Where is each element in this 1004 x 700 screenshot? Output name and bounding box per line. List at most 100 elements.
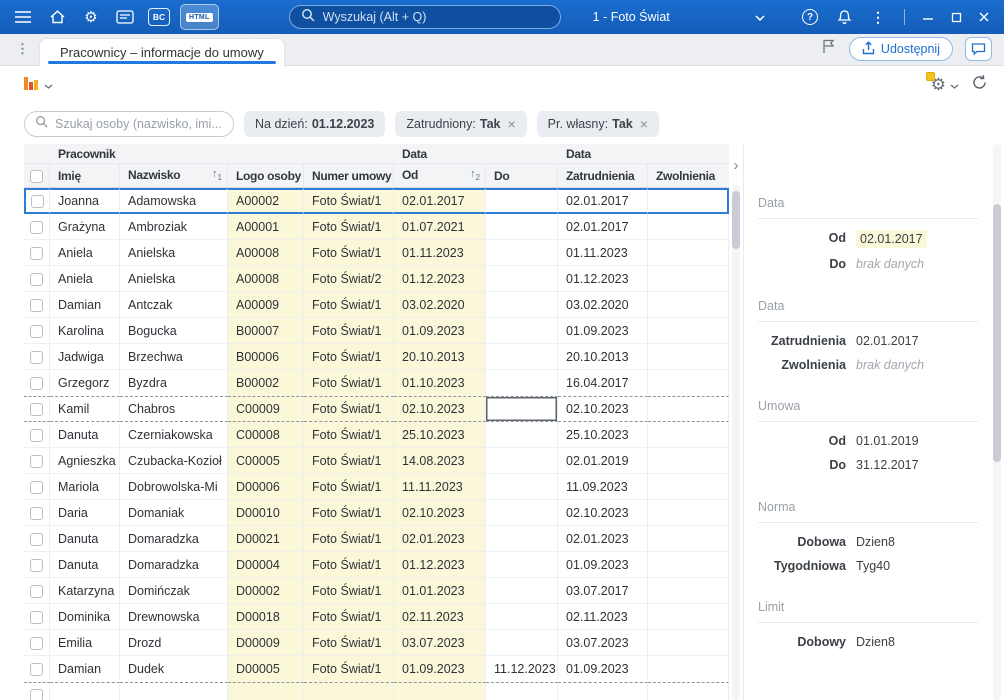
- row-checkbox[interactable]: [30, 689, 43, 700]
- col-header-numer-umowy[interactable]: Numer umowy: [304, 164, 395, 188]
- tab-pracownicy[interactable]: Pracownicy – informacje do umowy: [39, 38, 285, 66]
- table-vertical-scrollbar[interactable]: [732, 185, 740, 700]
- cell-numer[interactable]: Foto Świat/1: [304, 448, 395, 474]
- cell-od[interactable]: 01.10.2023: [394, 370, 487, 396]
- cell-numer[interactable]: Foto Świat/1: [304, 214, 395, 240]
- cell-nazwisko[interactable]: Ambroziak: [120, 214, 228, 240]
- cell-zatrudnienia[interactable]: [558, 682, 649, 700]
- cell-zatrudnienia[interactable]: 02.11.2023: [558, 604, 649, 630]
- row-checkbox[interactable]: [30, 532, 43, 546]
- cell-imie[interactable]: Kamil: [50, 396, 120, 422]
- more-options-icon[interactable]: ⋮: [865, 4, 891, 30]
- cell-numer[interactable]: Foto Świat/1: [304, 630, 395, 656]
- cell-zatrudnienia[interactable]: 03.07.2017: [558, 578, 649, 604]
- cell-logo[interactable]: B00007: [228, 318, 304, 344]
- cell-zatrudnienia[interactable]: 03.02.2020: [558, 292, 649, 318]
- cell-logo[interactable]: D00021: [228, 526, 304, 552]
- cell-logo[interactable]: D00002: [228, 578, 304, 604]
- cell-zwolnienia[interactable]: [648, 370, 729, 396]
- help-icon[interactable]: ?: [797, 4, 823, 30]
- cell-numer[interactable]: Foto Świat/1: [304, 552, 395, 578]
- table-row[interactable]: Kamil Chabros C00009 Foto Świat/1 02.10.2023…: [24, 396, 729, 422]
- flag-icon[interactable]: [820, 38, 837, 60]
- cell-zwolnienia[interactable]: [648, 422, 729, 448]
- html-view-icon[interactable]: HTML: [180, 4, 219, 30]
- cell-zatrudnienia[interactable]: 11.09.2023: [558, 474, 649, 500]
- date-filter-chip[interactable]: Na dzień: 01.12.2023: [244, 111, 386, 137]
- cell-zatrudnienia[interactable]: 02.10.2023: [558, 500, 649, 526]
- cell-logo[interactable]: D00009: [228, 630, 304, 656]
- panel-vertical-scrollbar[interactable]: [993, 144, 1001, 700]
- cell-zwolnienia[interactable]: [648, 318, 729, 344]
- cell-logo[interactable]: A00001: [228, 214, 304, 240]
- row-checkbox[interactable]: [30, 454, 43, 468]
- cell-od[interactable]: [394, 682, 487, 700]
- cell-od[interactable]: 14.08.2023: [394, 448, 487, 474]
- table-row[interactable]: Daria Domaniak D00010 Foto Świat/1 02.10.202…: [24, 500, 729, 526]
- cell-od[interactable]: 01.09.2023: [394, 656, 487, 682]
- cell-zatrudnienia[interactable]: 02.10.2023: [558, 396, 649, 422]
- cell-zwolnienia[interactable]: [648, 344, 729, 370]
- maximize-button[interactable]: [942, 4, 970, 30]
- cell-imie[interactable]: Grażyna: [50, 214, 120, 240]
- scrollbar-thumb[interactable]: [732, 191, 740, 249]
- table-row[interactable]: Danuta Domaradzka D00021 Foto Świat/1 02.01.…: [24, 526, 729, 552]
- cell-zwolnienia[interactable]: [648, 240, 729, 266]
- cell-nazwisko[interactable]: [120, 682, 228, 700]
- cell-zatrudnienia[interactable]: 02.01.2017: [558, 214, 649, 240]
- cell-do[interactable]: [486, 240, 559, 266]
- cell-do[interactable]: [486, 682, 559, 700]
- cell-logo[interactable]: [228, 682, 304, 700]
- table-row[interactable]: [24, 682, 729, 700]
- col-header-imie[interactable]: Imię: [50, 164, 120, 188]
- cell-imie[interactable]: Agnieszka: [50, 448, 120, 474]
- cell-do[interactable]: [486, 266, 559, 292]
- cell-zatrudnienia[interactable]: 16.04.2017: [558, 370, 649, 396]
- cell-imie[interactable]: Jadwiga: [50, 344, 120, 370]
- cell-imie[interactable]: Damian: [50, 292, 120, 318]
- cell-zwolnienia[interactable]: [648, 682, 729, 700]
- cell-zwolnienia[interactable]: [648, 552, 729, 578]
- cell-numer[interactable]: Foto Świat/1: [304, 604, 395, 630]
- cell-nazwisko[interactable]: Domaradzka: [120, 552, 228, 578]
- cell-do[interactable]: [486, 396, 559, 422]
- cell-imie[interactable]: Grzegorz: [50, 370, 120, 396]
- cell-zatrudnienia[interactable]: 01.09.2023: [558, 552, 649, 578]
- cell-numer[interactable]: Foto Świat/1: [304, 474, 395, 500]
- cell-zatrudnienia[interactable]: 01.09.2023: [558, 656, 649, 682]
- cell-numer[interactable]: Foto Świat/1: [304, 292, 395, 318]
- cell-numer[interactable]: Foto Świat/1: [304, 500, 395, 526]
- cell-zwolnienia[interactable]: [648, 656, 729, 682]
- cell-od[interactable]: 01.07.2021: [394, 214, 487, 240]
- cell-do[interactable]: [486, 370, 559, 396]
- cell-logo[interactable]: D00005: [228, 656, 304, 682]
- table-row[interactable]: Grzegorz Byzdra B00002 Foto Świat/1 01.10.20…: [24, 370, 729, 396]
- table-row[interactable]: Danuta Domaradzka D00004 Foto Świat/1 01.12.…: [24, 552, 729, 578]
- col-header-zatrudnienia[interactable]: Zatrudnienia: [558, 164, 649, 188]
- scrollbar-thumb[interactable]: [993, 204, 1001, 462]
- chip-close-icon[interactable]: ×: [507, 117, 515, 131]
- row-checkbox[interactable]: [30, 636, 43, 650]
- row-checkbox[interactable]: [30, 220, 43, 234]
- cell-nazwisko[interactable]: Czerniakowska: [120, 422, 228, 448]
- row-checkbox[interactable]: [30, 298, 43, 312]
- cell-numer[interactable]: Foto Świat/1: [304, 396, 395, 422]
- settings-icon[interactable]: ⚙: [78, 4, 104, 30]
- cell-do[interactable]: [486, 188, 559, 214]
- cell-logo[interactable]: B00002: [228, 370, 304, 396]
- cell-imie[interactable]: Aniela: [50, 240, 120, 266]
- cell-nazwisko[interactable]: Bogucka: [120, 318, 228, 344]
- row-checkbox[interactable]: [30, 663, 43, 677]
- col-header-zwolnienia[interactable]: Zwolnienia: [648, 164, 729, 188]
- cell-zatrudnienia[interactable]: 25.10.2023: [558, 422, 649, 448]
- cell-do[interactable]: [486, 318, 559, 344]
- cell-zwolnienia[interactable]: [648, 396, 729, 422]
- cell-nazwisko[interactable]: Dobrowolska-Mi: [120, 474, 228, 500]
- cell-nazwisko[interactable]: Anielska: [120, 266, 228, 292]
- cell-do[interactable]: 11.12.2023: [486, 656, 559, 682]
- cell-do[interactable]: [486, 552, 559, 578]
- table-row[interactable]: Dominika Drewnowska D00018 Foto Świat/1 02.1…: [24, 604, 729, 630]
- cell-imie[interactable]: Danuta: [50, 422, 120, 448]
- cell-zwolnienia[interactable]: [648, 604, 729, 630]
- cell-od[interactable]: 20.10.2013: [394, 344, 487, 370]
